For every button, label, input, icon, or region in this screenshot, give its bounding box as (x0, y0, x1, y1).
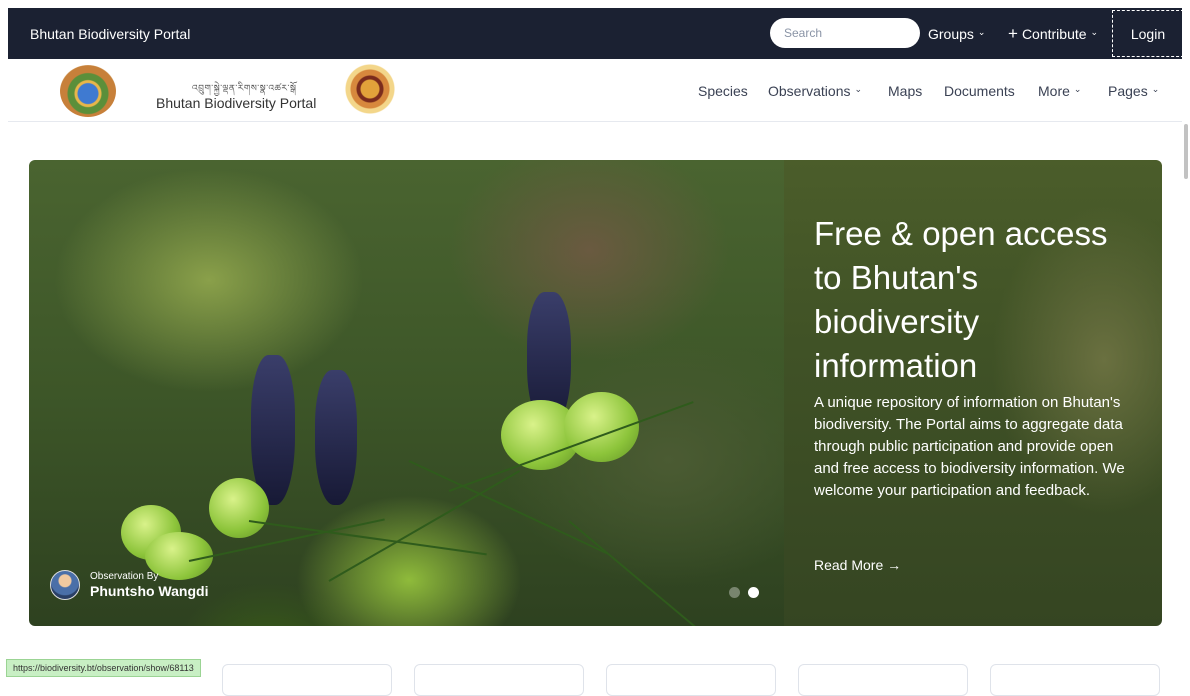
chevron-down-icon: ⌄ (977, 27, 986, 37)
nav-maps-label: Maps (888, 82, 923, 99)
observer-credit[interactable]: Observation By Phuntsho Wangdi (50, 570, 208, 600)
nav-documents[interactable]: Documents (944, 59, 1015, 122)
chevron-down-icon: ⌄ (1090, 27, 1099, 37)
login-button[interactable]: Login (1112, 10, 1184, 57)
nav-documents-label: Documents (944, 82, 1015, 99)
chevron-down-icon: ⌄ (1073, 84, 1082, 94)
nav-observations-label: Observations (768, 82, 851, 99)
avatar (50, 570, 80, 600)
pine-needle (568, 520, 723, 626)
portal-name[interactable]: Bhutan Biodiversity Portal (156, 95, 316, 111)
observation-by-label: Observation By (90, 570, 159, 582)
hero-image[interactable]: Observation By Phuntsho Wangdi (29, 160, 784, 626)
nav-observations[interactable]: Observations ⌄ (768, 59, 862, 122)
emblem-logo (342, 61, 398, 117)
groups-dropdown[interactable]: Groups ⌄ (928, 8, 985, 59)
site-header: འབྲུག་སྐྱེ་ལྡན་རིགས་སྣ་འཚར་སྒོ Bhutan Bi… (8, 59, 1182, 122)
nav-maps[interactable]: Maps (888, 59, 922, 122)
plus-icon: + (1008, 23, 1018, 43)
carousel-dot-2[interactable] (748, 587, 759, 598)
hero-title: Free & open access to Bhutan's biodivers… (814, 215, 1108, 384)
pine-needle (408, 460, 609, 555)
nav-species-label: Species (698, 82, 748, 99)
contribute-dropdown[interactable]: + Contribute ⌄ (1008, 8, 1098, 59)
nav-pages-label: Pages (1108, 82, 1148, 99)
feature-card[interactable] (798, 664, 968, 696)
hero-description: A unique repository of information on Bh… (814, 394, 1125, 499)
chevron-down-icon: ⌄ (1151, 84, 1160, 94)
read-more-link[interactable]: Read More → (814, 557, 901, 573)
brand-link[interactable]: Bhutan Biodiversity Portal (30, 26, 190, 42)
feature-card[interactable] (990, 664, 1160, 696)
top-navbar: Bhutan Biodiversity Portal Groups ⌄ + Co… (8, 8, 1184, 59)
nav-pages[interactable]: Pages ⌄ (1108, 59, 1159, 122)
page-scrollbar[interactable] (1184, 124, 1188, 179)
groups-label: Groups (928, 25, 974, 42)
link-status-bar: https://biodiversity.bt/observation/show… (6, 659, 201, 677)
nav-more-label: More (1038, 82, 1070, 99)
nav-species[interactable]: Species (698, 59, 748, 122)
cone (315, 370, 357, 505)
portal-logo[interactable] (60, 65, 116, 117)
cone (251, 355, 295, 505)
carousel-indicators (729, 587, 759, 598)
hero-carousel: Observation By Phuntsho Wangdi Free & op… (29, 160, 1162, 626)
observer-name: Phuntsho Wangdi (90, 582, 209, 599)
carousel-dot-1[interactable] (729, 587, 740, 598)
login-label: Login (1130, 25, 1166, 42)
feature-card[interactable] (222, 664, 392, 696)
contribute-label: Contribute (1021, 25, 1087, 42)
chevron-down-icon: ⌄ (854, 84, 863, 94)
pine-needle (248, 520, 487, 556)
feature-card[interactable] (606, 664, 776, 696)
search-input[interactable] (770, 18, 920, 48)
nav-more[interactable]: More ⌄ (1038, 59, 1081, 122)
hero-info-panel: Free & open access to Bhutan's biodivers… (784, 160, 1162, 626)
feature-card[interactable] (414, 664, 584, 696)
bud (209, 478, 269, 538)
